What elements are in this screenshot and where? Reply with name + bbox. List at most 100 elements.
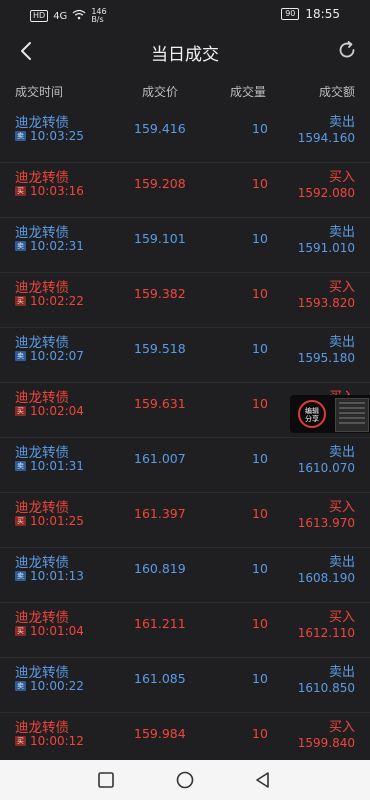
bond-name: 迪龙转债 xyxy=(15,115,69,131)
column-header-time: 成交时间 xyxy=(15,85,64,99)
trade-row[interactable]: 迪龙转债 卖 10:03:25 159.416 10 卖出 1594.160 xyxy=(0,108,370,163)
time-line: 卖 10:01:13 xyxy=(15,569,84,583)
buy-tag-icon: 买 xyxy=(15,516,26,526)
trade-amount: 1608.190 xyxy=(297,571,355,585)
edit-share-button[interactable]: 编辑 分享 xyxy=(298,400,326,428)
trade-price: 160.819 xyxy=(134,561,186,576)
bond-name: 迪龙转债 xyxy=(15,720,69,736)
trade-volume: 10 xyxy=(252,561,268,576)
trade-price: 161.397 xyxy=(134,506,186,521)
trade-side: 买入 xyxy=(328,280,355,295)
time-line: 买 10:03:16 xyxy=(15,184,84,198)
network-speed: 146 B/s xyxy=(91,8,106,24)
bond-name: 迪龙转债 xyxy=(15,610,69,626)
column-header-volume: 成交量 xyxy=(230,85,267,99)
trade-time: 10:01:13 xyxy=(30,569,84,583)
trade-row[interactable]: 迪龙转债 买 10:01:25 161.397 10 买入 1613.970 xyxy=(0,493,370,548)
trade-volume: 10 xyxy=(252,176,268,191)
trade-amount: 1610.850 xyxy=(297,681,355,695)
sell-tag-icon: 卖 xyxy=(15,571,26,581)
trade-time: 10:02:31 xyxy=(30,239,84,253)
trade-row[interactable]: 迪龙转债 买 10:01:04 161.211 10 买入 1612.110 xyxy=(0,603,370,658)
refresh-icon[interactable] xyxy=(336,39,358,61)
buy-tag-icon: 买 xyxy=(15,736,26,746)
bond-name: 迪龙转债 xyxy=(15,445,69,461)
trade-amount: 1599.840 xyxy=(297,736,355,750)
trade-row[interactable]: 迪龙转债 卖 10:02:31 159.101 10 卖出 1591.010 xyxy=(0,218,370,273)
column-header-amount: 成交额 xyxy=(318,85,355,99)
trade-row[interactable]: 迪龙转债 买 10:02:22 159.382 10 买入 1593.820 xyxy=(0,273,370,328)
trade-time: 10:01:04 xyxy=(30,624,84,638)
trade-side: 卖出 xyxy=(328,225,355,240)
battery-icon: 90 xyxy=(281,8,300,20)
buy-tag-icon: 买 xyxy=(15,186,26,196)
bond-name: 迪龙转债 xyxy=(15,390,69,406)
trade-price: 159.984 xyxy=(134,726,186,741)
trade-side: 买入 xyxy=(328,170,355,185)
trade-side: 买入 xyxy=(328,610,355,625)
trade-price: 161.211 xyxy=(134,616,186,631)
trade-list[interactable]: 迪龙转债 卖 10:03:25 159.416 10 卖出 1594.160 迪… xyxy=(0,108,370,768)
trade-price: 161.085 xyxy=(134,671,186,686)
home-icon[interactable] xyxy=(175,770,195,790)
trade-time: 10:00:12 xyxy=(30,734,84,748)
trade-volume: 10 xyxy=(252,726,268,741)
trade-price: 159.518 xyxy=(134,341,186,356)
bond-name: 迪龙转债 xyxy=(15,665,69,681)
trade-price: 159.101 xyxy=(134,231,186,246)
system-navigation-bar xyxy=(0,760,370,800)
trade-amount: 1591.010 xyxy=(297,241,355,255)
sell-tag-icon: 卖 xyxy=(15,241,26,251)
trade-price: 159.631 xyxy=(134,396,186,411)
buy-tag-icon: 买 xyxy=(15,406,26,416)
trade-side: 卖出 xyxy=(328,445,355,460)
trade-time: 10:01:25 xyxy=(30,514,84,528)
trade-amount: 1592.080 xyxy=(297,186,355,200)
recent-apps-icon[interactable] xyxy=(96,770,116,790)
signal-icon: 4G xyxy=(53,10,68,22)
time-line: 卖 10:02:31 xyxy=(15,239,84,253)
bond-name: 迪龙转债 xyxy=(15,555,69,571)
trade-price: 161.007 xyxy=(134,451,186,466)
speed-unit: B/s xyxy=(91,15,104,24)
trade-row[interactable]: 迪龙转债 卖 10:01:31 161.007 10 卖出 1610.070 xyxy=(0,438,370,493)
trade-row[interactable]: 迪龙转债 卖 10:01:13 160.819 10 卖出 1608.190 xyxy=(0,548,370,603)
edit-share-floating-widget[interactable]: 编辑 分享 xyxy=(290,395,370,433)
edit-share-label-line1: 编辑 xyxy=(305,407,319,415)
time-line: 买 10:00:12 xyxy=(15,734,84,748)
trade-volume: 10 xyxy=(252,506,268,521)
bond-name: 迪龙转债 xyxy=(15,500,69,516)
status-left: HD 4G 146 B/s xyxy=(30,8,107,24)
trade-volume: 10 xyxy=(252,616,268,631)
status-bar: HD 4G 146 B/s 90 18:55 xyxy=(0,0,370,30)
time-line: 买 10:02:04 xyxy=(15,404,84,418)
buy-tag-icon: 买 xyxy=(15,626,26,636)
trade-volume: 10 xyxy=(252,286,268,301)
trade-side: 买入 xyxy=(328,500,355,515)
trade-volume: 10 xyxy=(252,231,268,246)
trade-amount: 1612.110 xyxy=(297,626,355,640)
trade-time: 10:02:22 xyxy=(30,294,84,308)
time-line: 买 10:01:25 xyxy=(15,514,84,528)
back-icon[interactable] xyxy=(253,770,273,790)
time-line: 买 10:01:04 xyxy=(15,624,84,638)
sell-tag-icon: 卖 xyxy=(15,131,26,141)
screenshot-thumbnail[interactable] xyxy=(335,398,369,432)
sell-tag-icon: 卖 xyxy=(15,681,26,691)
trade-amount: 1593.820 xyxy=(297,296,355,310)
column-header-row: 成交时间 成交价 成交量 成交额 xyxy=(0,72,370,108)
trade-side: 卖出 xyxy=(328,115,355,130)
trade-row[interactable]: 迪龙转债 买 10:03:16 159.208 10 买入 1592.080 xyxy=(0,163,370,218)
bond-name: 迪龙转债 xyxy=(15,335,69,351)
edit-share-label-line2: 分享 xyxy=(305,415,319,423)
hd-badge: HD xyxy=(30,10,49,22)
trade-amount: 1610.070 xyxy=(297,461,355,475)
trade-side: 卖出 xyxy=(328,665,355,680)
time-line: 买 10:02:22 xyxy=(15,294,84,308)
trade-price: 159.382 xyxy=(134,286,186,301)
clock: 18:55 xyxy=(305,7,340,21)
trade-volume: 10 xyxy=(252,671,268,686)
trade-row[interactable]: 迪龙转债 卖 10:02:07 159.518 10 卖出 1595.180 xyxy=(0,328,370,383)
bond-name: 迪龙转债 xyxy=(15,280,69,296)
trade-row[interactable]: 迪龙转债 卖 10:00:22 161.085 10 卖出 1610.850 xyxy=(0,658,370,713)
